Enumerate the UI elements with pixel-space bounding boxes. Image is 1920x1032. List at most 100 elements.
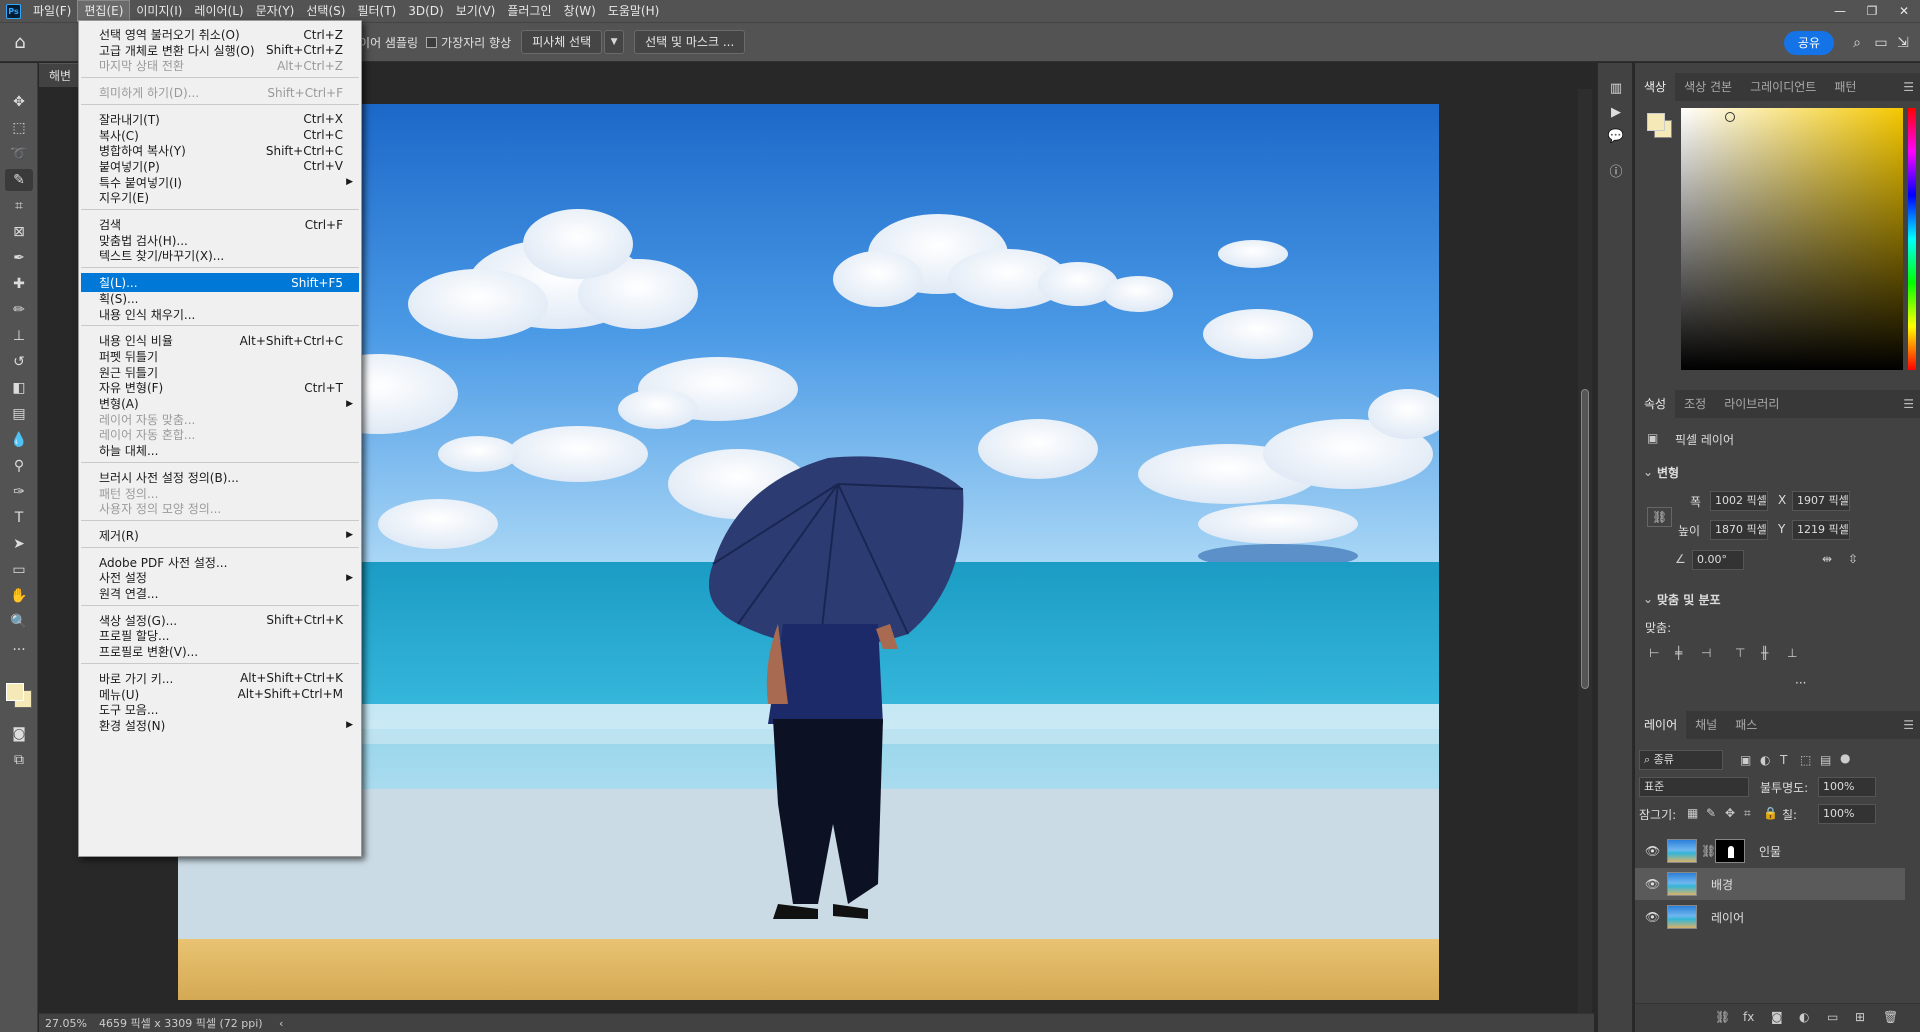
scroll-thumb[interactable] — [1581, 389, 1589, 689]
color-panel-fg-swatch[interactable] — [1647, 113, 1665, 131]
filter-adjustment-icon[interactable]: ◐ — [1760, 753, 1770, 767]
lasso-tool-icon[interactable]: ➰ — [5, 143, 33, 165]
zoom-tool-icon[interactable]: 🔍 — [5, 611, 33, 633]
lock-all-icon[interactable]: 🔒 — [1763, 806, 1778, 820]
menu-view[interactable]: 보기(V) — [450, 0, 502, 22]
tab-gradients[interactable]: 그레이디언트 — [1741, 73, 1825, 101]
layer-row-layer[interactable]: 👁 레이어 — [1635, 901, 1905, 933]
layer-mask-thumbnail[interactable] — [1715, 839, 1745, 863]
more-options[interactable]: ··· — [1795, 676, 1806, 690]
visibility-eye-icon[interactable]: 👁 — [1645, 877, 1660, 891]
layer-name[interactable]: 레이어 — [1711, 909, 1744, 926]
layer-name[interactable]: 배경 — [1711, 876, 1733, 893]
width-input[interactable]: 1002 픽셀 — [1710, 491, 1768, 511]
align-center-h-icon[interactable]: ╪ — [1675, 646, 1682, 660]
select-subject-dropdown[interactable]: ▼ — [604, 30, 625, 54]
blur-tool-icon[interactable]: 💧 — [5, 429, 33, 451]
transform-section-title[interactable]: 변형 — [1657, 464, 1679, 481]
align-bottom-icon[interactable]: ⊥ — [1787, 646, 1797, 660]
eraser-tool-icon[interactable]: ◧ — [5, 377, 33, 399]
filter-pixel-icon[interactable]: ▣ — [1740, 753, 1751, 767]
menu-file[interactable]: 파일(F) — [27, 0, 77, 22]
height-input[interactable]: 1870 픽셀 — [1710, 520, 1768, 540]
layers-menu-icon[interactable]: ☰ — [1903, 718, 1914, 732]
foreground-color-swatch[interactable] — [6, 683, 24, 701]
eyedropper-tool-icon[interactable]: ✒ — [5, 247, 33, 269]
flip-horizontal-icon[interactable]: ⇹ — [1822, 552, 1832, 566]
color-panel-menu-icon[interactable]: ☰ — [1903, 80, 1914, 94]
tab-swatches[interactable]: 색상 견본 — [1675, 73, 1741, 101]
flip-vertical-icon[interactable]: ⇳ — [1848, 552, 1858, 566]
layer-row-background[interactable]: 👁 배경 — [1635, 868, 1905, 900]
lock-image-icon[interactable]: ✎ — [1706, 806, 1716, 820]
history-brush-tool-icon[interactable]: ↺ — [5, 351, 33, 373]
filter-shape-icon[interactable]: ⬚ — [1800, 753, 1811, 767]
tab-paths[interactable]: 패스 — [1726, 711, 1766, 739]
layer-filter-dropdown[interactable]: ⌕ 종류 — [1639, 750, 1723, 770]
path-select-tool-icon[interactable]: ➤ — [5, 533, 33, 555]
workspace-icon[interactable]: ▭ — [1870, 31, 1892, 55]
quick-mask-icon[interactable]: ◙ — [5, 723, 33, 745]
align-top-icon[interactable]: ⊤ — [1735, 646, 1745, 660]
lock-position-icon[interactable]: ✥ — [1725, 806, 1735, 820]
edit-menu-item[interactable]: 내용 인식 채우기... — [81, 305, 359, 324]
menu-image[interactable]: 이미지(I) — [130, 0, 188, 22]
visibility-eye-icon[interactable]: 👁 — [1645, 910, 1660, 924]
add-mask-icon[interactable]: ◙ — [1771, 1010, 1783, 1024]
blend-mode-dropdown[interactable]: 표준 — [1639, 777, 1749, 797]
fill-input[interactable]: 100% — [1818, 804, 1876, 824]
opacity-input[interactable]: 100% — [1818, 777, 1876, 797]
status-arrow-icon[interactable]: ‹ — [279, 1014, 283, 1032]
visibility-eye-icon[interactable]: 👁 — [1645, 844, 1660, 858]
filter-toggle-icon[interactable]: ● — [1840, 751, 1850, 765]
align-section-title[interactable]: 맞춤 및 분포 — [1657, 591, 1721, 608]
actions-play-icon[interactable]: ▶ — [1606, 103, 1626, 123]
x-input[interactable]: 1907 픽셀 — [1792, 491, 1850, 511]
more-tools-icon[interactable]: ··· — [5, 639, 33, 661]
adjustment-layer-icon[interactable]: ◐ — [1799, 1010, 1809, 1024]
align-left-icon[interactable]: ⊢ — [1649, 646, 1659, 660]
layer-row-person[interactable]: 👁 ⛓ 인물 — [1635, 835, 1905, 867]
screen-mode-icon[interactable]: ⧉ — [5, 749, 33, 771]
healing-brush-tool-icon[interactable]: ✚ — [5, 273, 33, 295]
angle-input[interactable]: 0.00° — [1692, 550, 1744, 570]
tab-properties[interactable]: 속성 — [1635, 390, 1676, 418]
pen-tool-icon[interactable]: ✑ — [5, 481, 33, 503]
menu-plugins[interactable]: 플러그인 — [501, 0, 557, 22]
properties-menu-icon[interactable]: ☰ — [1903, 397, 1914, 411]
tab-libraries[interactable]: 라이브러리 — [1715, 390, 1788, 418]
color-field[interactable] — [1681, 108, 1903, 370]
tab-adjustments[interactable]: 조정 — [1675, 390, 1715, 418]
hand-tool-icon[interactable]: ✋ — [5, 585, 33, 607]
vertical-scrollbar[interactable] — [1578, 89, 1592, 1013]
edit-menu-item[interactable]: 제거(R) ▶ — [81, 526, 359, 545]
edit-menu-item[interactable]: 프로필로 변환(V)... — [81, 642, 359, 661]
restore-button[interactable]: ❐ — [1856, 0, 1888, 22]
y-input[interactable]: 1219 픽셀 — [1792, 520, 1850, 540]
menu-filter[interactable]: 필터(T) — [351, 0, 402, 22]
checkbox-icon[interactable] — [426, 36, 438, 48]
document-tab[interactable]: 해변 — [39, 63, 82, 87]
comments-icon[interactable]: 💬 — [1606, 127, 1626, 147]
history-icon[interactable]: ▥ — [1606, 79, 1626, 99]
collapse-chevron-icon[interactable]: ⌄ — [1643, 465, 1653, 479]
filter-type-icon[interactable]: T — [1780, 753, 1787, 767]
minimize-button[interactable]: — — [1824, 0, 1856, 22]
tab-channels[interactable]: 채널 — [1686, 711, 1726, 739]
tab-layers[interactable]: 레이어 — [1635, 711, 1687, 739]
marquee-tool-icon[interactable]: ⬚ — [5, 117, 33, 139]
move-tool-icon[interactable]: ✥ — [5, 91, 33, 113]
delete-layer-icon[interactable]: 🗑 — [1883, 1010, 1898, 1024]
edit-menu-item[interactable]: 지우기(E) — [81, 188, 359, 207]
select-subject-button[interactable]: 피사체 선택 — [521, 30, 603, 54]
enhance-edge-checkbox[interactable]: 가장자리 향상 — [426, 34, 511, 51]
menu-window[interactable]: 창(W) — [558, 0, 602, 22]
edit-menu-item[interactable]: 환경 설정(N) ▶ — [81, 716, 359, 735]
search-icon[interactable]: ⌕ — [1846, 31, 1868, 55]
menu-select[interactable]: 선택(S) — [300, 0, 351, 22]
zoom-level[interactable]: 27.05% — [45, 1014, 87, 1032]
dodge-tool-icon[interactable]: ⚲ — [5, 455, 33, 477]
clone-stamp-tool-icon[interactable]: ⊥ — [5, 325, 33, 347]
quick-select-tool-icon[interactable]: ✎ — [5, 169, 33, 191]
hue-slider[interactable] — [1908, 108, 1916, 370]
